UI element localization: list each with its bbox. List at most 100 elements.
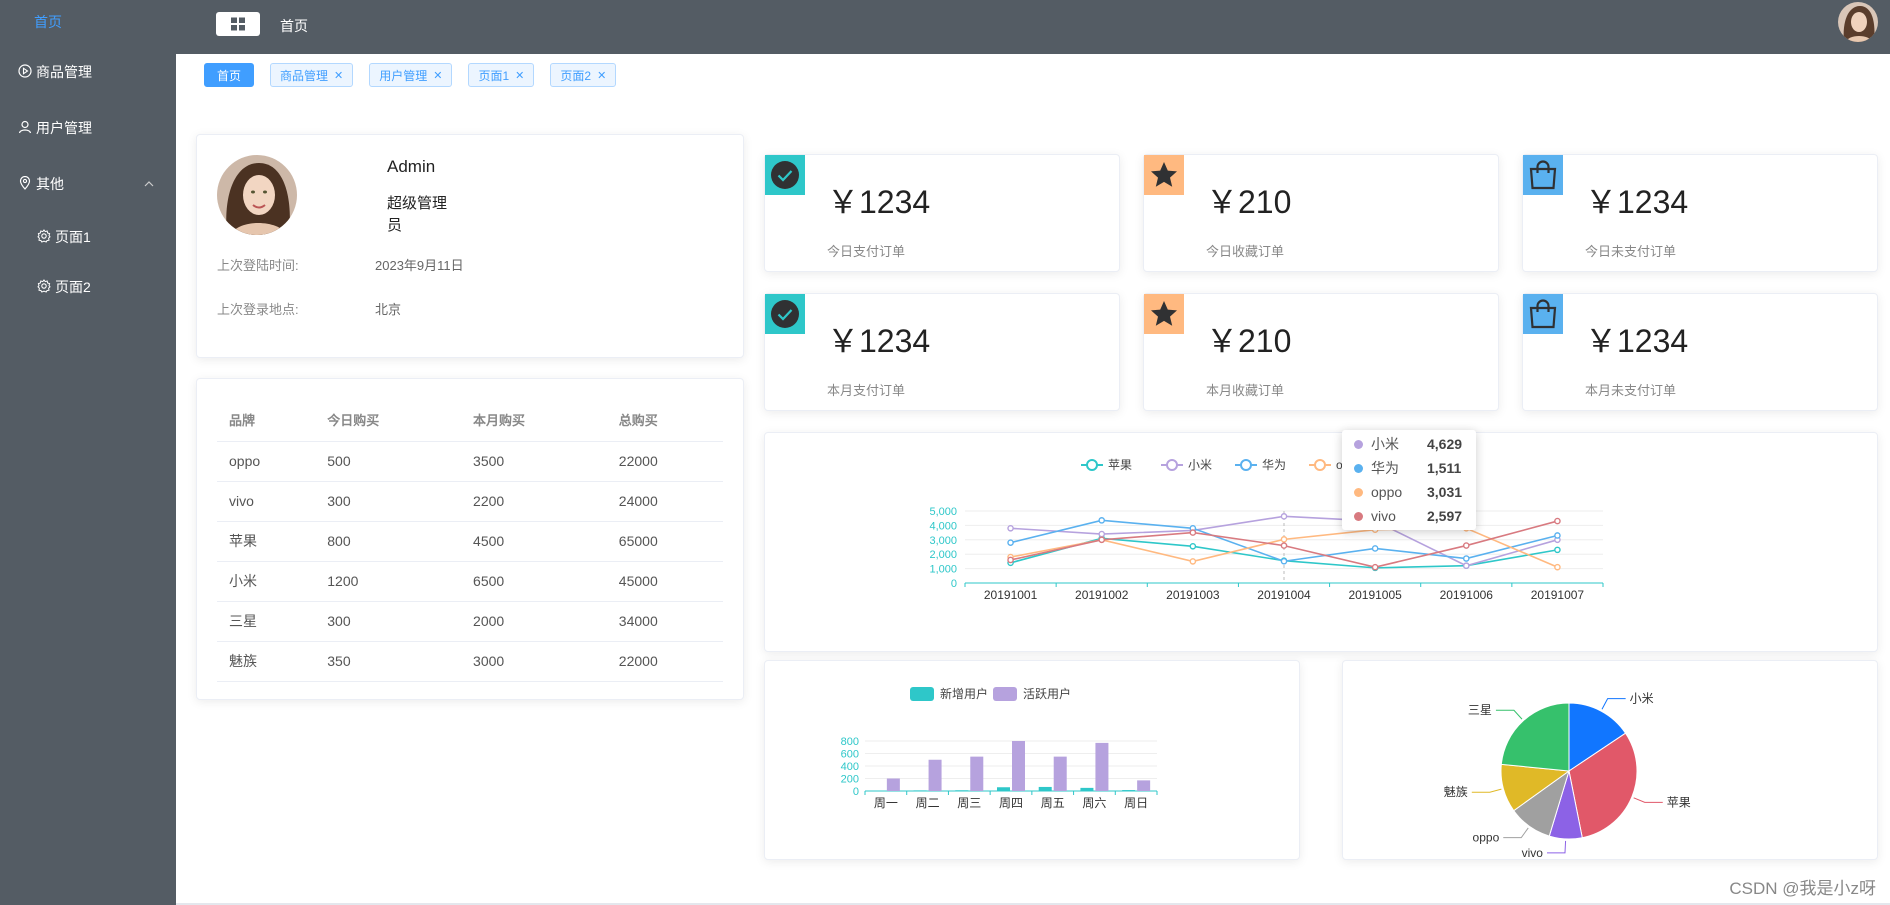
table-cell: 45000 — [606, 561, 723, 602]
legend-marker — [1240, 459, 1252, 471]
stat-value: ￥1234 — [827, 184, 931, 220]
data-point — [1462, 555, 1470, 562]
sidebar-item-home[interactable]: 首页 — [0, 0, 176, 44]
table-cell: 65000 — [606, 521, 723, 562]
series-dot — [1354, 463, 1363, 473]
table-cell: 350 — [315, 641, 462, 682]
tooltip-row: oppo 3,031 — [1354, 480, 1464, 504]
y-tick-label: 800 — [841, 736, 859, 748]
legend-swatch — [910, 687, 934, 701]
x-tick-label: 周六 — [1082, 796, 1106, 810]
legend-marker — [1086, 459, 1098, 471]
data-point — [1189, 529, 1197, 536]
close-icon[interactable]: ✕ — [433, 69, 442, 82]
stat-card-today-unpaid: ￥1234 今日未支付订单 — [1522, 154, 1878, 272]
chevron-up-icon — [144, 181, 154, 187]
stat-label: 本月收藏订单 — [1206, 383, 1285, 398]
bar — [1012, 741, 1025, 791]
last-login-time-label: 上次登陆时间: — [217, 258, 299, 273]
tab-users[interactable]: 用户管理 ✕ — [369, 63, 453, 87]
data-point — [1371, 563, 1379, 571]
tab-goods[interactable]: 商品管理 ✕ — [270, 63, 354, 87]
tooltip-row: 华为 1,511 — [1354, 456, 1464, 480]
gear-icon — [37, 229, 53, 245]
pie-label-line — [1601, 698, 1626, 710]
table-cell: vivo — [217, 481, 316, 522]
tooltip-series: oppo — [1371, 484, 1403, 500]
data-point — [1371, 545, 1379, 552]
table-row: 小米 1200 6500 45000 — [217, 561, 723, 602]
table-row: oppo 500 3500 22000 — [217, 441, 723, 482]
shopping-bag-icon — [1523, 294, 1563, 334]
tab-page1[interactable]: 页面1 ✕ — [468, 63, 535, 87]
avatar[interactable] — [1838, 2, 1878, 42]
bar — [1095, 742, 1109, 791]
check-circle-icon — [765, 294, 805, 334]
table-cell: 24000 — [606, 481, 723, 522]
user-card: Admin 超级管理员 上次登陆时间: 2023年9月11日 上次登录地点: 北京 — [196, 134, 744, 358]
stat-value: ￥1234 — [1585, 323, 1689, 359]
sidebar-item-users[interactable]: 用户管理 — [0, 100, 176, 156]
tooltip-row: 小米 4,629 — [1354, 432, 1464, 456]
tooltip-series: 华为 — [1371, 460, 1399, 476]
stat-value: ￥1234 — [827, 323, 931, 359]
legend-label: 新增用户 — [940, 686, 988, 701]
sidebar-item-page2[interactable]: 页面2 — [0, 262, 176, 312]
bar-chart: 新增用户 活跃用户 0200400600800 周一 周二 周三 周四 周五 周六 周日 — [841, 686, 1158, 810]
tooltip-value: 2,597 — [1427, 508, 1463, 524]
table-cell: 2200 — [461, 481, 607, 522]
pie-label: oppo — [1473, 831, 1500, 845]
data-point — [1554, 517, 1561, 525]
tooltip-value: 3,031 — [1427, 484, 1463, 500]
data-point — [1554, 563, 1561, 571]
legend-marker — [1166, 459, 1178, 471]
table-cell: 22000 — [606, 441, 723, 482]
tab-home[interactable]: 首页 — [204, 63, 255, 87]
table-cell: oppo — [217, 441, 316, 482]
table-cell: 三星 — [217, 601, 316, 642]
tab-page2[interactable]: 页面2 ✕ — [550, 63, 617, 87]
data-point — [1280, 536, 1288, 543]
breadcrumb[interactable]: 首页 — [280, 16, 308, 36]
legend-label: 小米 — [1188, 458, 1212, 472]
tooltip-row: vivo 2,597 — [1354, 504, 1464, 528]
stat-card-month-fav: ￥210 本月收藏订单 — [1143, 293, 1499, 411]
last-login-place-label: 上次登录地点: — [217, 302, 299, 317]
data-point — [1280, 513, 1288, 520]
stat-value: ￥210 — [1206, 184, 1292, 220]
user-icon — [18, 120, 34, 136]
pie-label: 三星 — [1468, 703, 1492, 717]
data-point — [1098, 530, 1106, 538]
column-header: 今日购买 — [315, 399, 462, 442]
close-icon[interactable]: ✕ — [597, 69, 606, 82]
data-point — [1554, 532, 1561, 539]
bar-chart-card: 新增用户 活跃用户 0 200 400 600 800 周一 周二 周三 周四 周五 周六 周日 — [764, 660, 1300, 860]
stat-label: 本月未支付订单 — [1585, 383, 1677, 398]
data-point — [1554, 546, 1561, 554]
close-icon[interactable]: ✕ — [515, 69, 524, 82]
x-tick-label: 20191007 — [1531, 588, 1585, 602]
table-row: vivo 300 2200 24000 — [217, 481, 723, 522]
data-point — [1189, 558, 1197, 565]
tooltip-series: vivo — [1371, 508, 1396, 524]
data-point — [1007, 539, 1014, 546]
pie-label-line — [1546, 840, 1567, 854]
star-icon — [1144, 294, 1184, 334]
sidebar-item-goods[interactable]: 商品管理 — [0, 44, 176, 100]
pie-label: vivo — [1522, 846, 1544, 860]
x-tick-label: 周一 — [874, 796, 898, 810]
close-icon[interactable]: ✕ — [334, 69, 343, 82]
table-cell: 4500 — [461, 521, 607, 562]
sidebar-item-label: 其他 — [36, 176, 64, 192]
bar — [913, 790, 927, 791]
pie-chart: 小米苹果 vivo oppo 魅族 三星 — [1444, 692, 1691, 860]
bar — [1080, 787, 1094, 791]
table-cell: 6500 — [461, 561, 607, 602]
table-cell: 苹果 — [217, 521, 316, 562]
sidebar-item-other[interactable]: 其他 — [0, 156, 176, 212]
sidebar-item-page1[interactable]: 页面1 — [0, 212, 176, 262]
menu-toggle-button[interactable] — [216, 12, 260, 36]
play-circle-icon — [18, 64, 34, 80]
bar — [928, 759, 942, 791]
stat-value: ￥210 — [1206, 323, 1292, 359]
